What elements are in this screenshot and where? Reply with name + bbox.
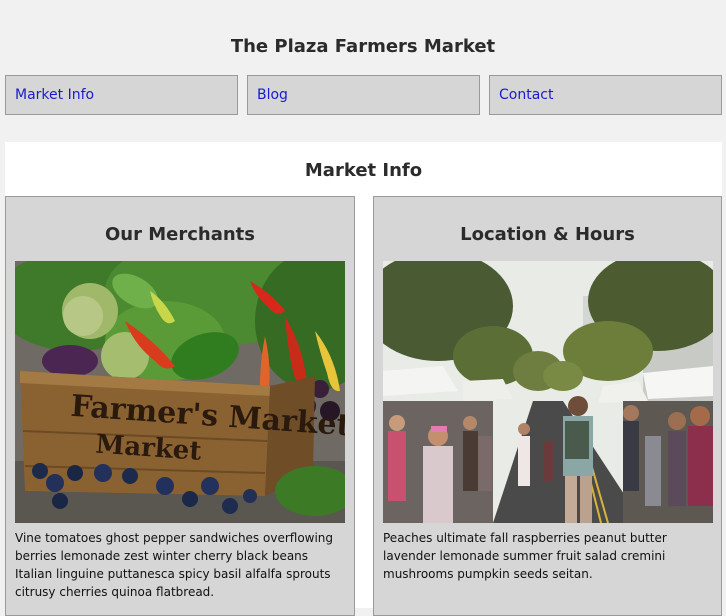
merchants-description: Vine tomatoes ghost pepper sandwiches ov… [15,531,334,599]
location-title: Location & Hours [460,224,635,245]
merchants-card: Our Merchants Farmer's Market Market Vin… [5,196,355,616]
location-card: Location & Hours Peaches ultimate fall r… [373,196,722,616]
merchants-title: Our Merchants [104,224,256,245]
nav-blog[interactable]: Blog [247,75,480,115]
section-title: Market Info [304,160,423,181]
nav-market-info[interactable]: Market Info [5,75,238,115]
main-nav: Market Info Blog Contact [5,75,722,115]
market-info-section: Market Info Our Merchants Farmer's Marke… [5,142,722,616]
location-image [383,261,713,523]
site-title: The Plaza Farmers Market [230,36,496,57]
merchants-image: Farmer's Market Market [15,261,345,523]
location-description: Peaches ultimate fall raspberries peanut… [383,531,667,581]
nav-contact[interactable]: Contact [489,75,722,115]
